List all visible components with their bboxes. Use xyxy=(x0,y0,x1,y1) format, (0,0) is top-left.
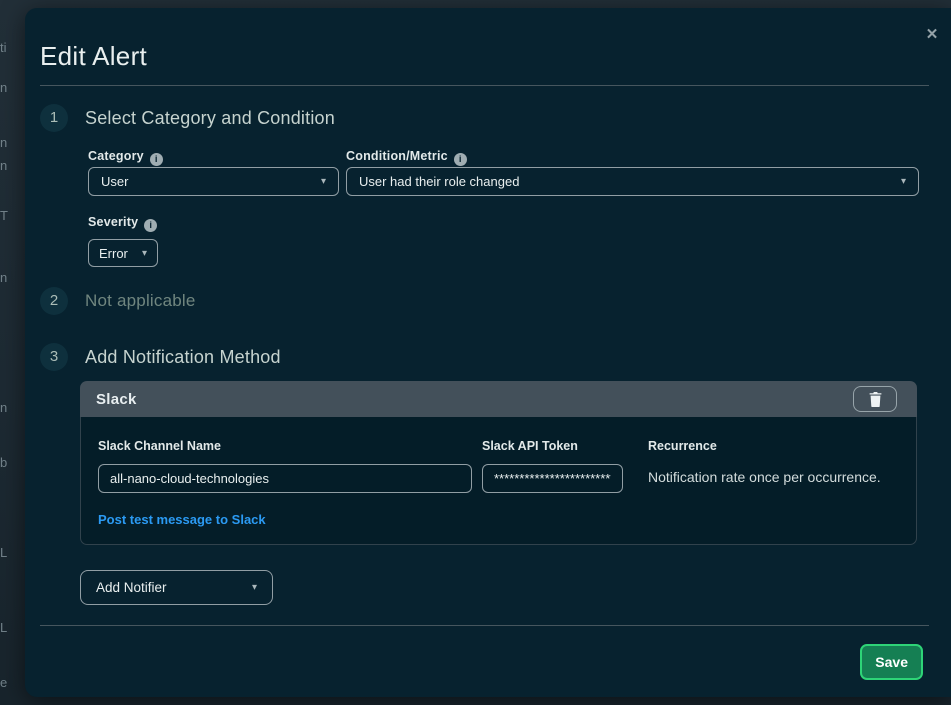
condition-select[interactable]: User had their role changed ▾ xyxy=(346,167,919,196)
backdrop-text-fragment: n xyxy=(0,400,8,415)
add-notifier-label: Add Notifier xyxy=(96,580,242,595)
info-icon[interactable]: i xyxy=(150,153,163,166)
chevron-down-icon: ▾ xyxy=(142,248,147,259)
category-label: Category i xyxy=(88,149,163,166)
slack-api-token-label: Slack API Token xyxy=(482,439,578,453)
backdrop-text-fragment: n xyxy=(0,135,8,150)
slack-panel-header: Slack xyxy=(80,381,917,417)
trash-icon xyxy=(869,392,882,407)
condition-label: Condition/Metric i xyxy=(346,149,467,166)
step-3-title: Add Notification Method xyxy=(85,343,281,371)
slack-channel-label: Slack Channel Name xyxy=(98,439,221,453)
chevron-down-icon: ▾ xyxy=(901,176,906,187)
step-3-number: 3 xyxy=(40,343,68,371)
slack-api-token-input[interactable] xyxy=(482,464,623,493)
add-notifier-select[interactable]: Add Notifier ▾ xyxy=(80,570,273,605)
category-select-value: User xyxy=(101,174,311,189)
backdrop-text-fragment: n xyxy=(0,270,8,285)
chevron-down-icon: ▾ xyxy=(321,176,326,187)
severity-select-value: Error xyxy=(99,246,134,261)
title-divider xyxy=(40,85,929,86)
step-1-number: 1 xyxy=(40,104,68,132)
slack-panel-title: Slack xyxy=(96,391,137,408)
severity-label: Severity i xyxy=(88,215,157,232)
step-2-number: 2 xyxy=(40,287,68,315)
backdrop-text-fragment: ti xyxy=(0,40,8,55)
step-2-title: Not applicable xyxy=(85,287,196,315)
severity-select[interactable]: Error ▾ xyxy=(88,239,158,267)
backdrop-text-fragment: T xyxy=(0,208,8,223)
backdrop-text-fragment: b xyxy=(0,455,8,470)
save-button[interactable]: Save xyxy=(860,644,923,680)
footer-divider xyxy=(40,625,929,626)
step-1-title: Select Category and Condition xyxy=(85,104,335,132)
category-select[interactable]: User ▾ xyxy=(88,167,339,196)
post-test-message-link[interactable]: Post test message to Slack xyxy=(98,512,266,527)
slack-channel-input[interactable] xyxy=(98,464,472,493)
slack-notifier-panel: Slack Slack Channel Name Slack API Token… xyxy=(80,381,917,545)
backdrop-text-fragment: n xyxy=(0,80,8,95)
recurrence-label: Recurrence xyxy=(648,439,717,453)
category-label-text: Category xyxy=(88,149,144,163)
condition-select-value: User had their role changed xyxy=(359,174,891,189)
severity-label-text: Severity xyxy=(88,215,138,229)
close-icon[interactable]: ✕ xyxy=(921,24,943,46)
backdrop-text-fragment: L xyxy=(0,620,8,635)
backdrop-text-fragment: e xyxy=(0,675,8,690)
backdrop-text-fragment: L xyxy=(0,545,8,560)
condition-label-text: Condition/Metric xyxy=(346,149,448,163)
info-icon[interactable]: i xyxy=(454,153,467,166)
chevron-down-icon: ▾ xyxy=(252,582,257,593)
slack-panel-body: Slack Channel Name Slack API Token Recur… xyxy=(80,417,917,545)
delete-notifier-button[interactable] xyxy=(853,386,897,412)
modal-title: Edit Alert xyxy=(40,41,147,72)
recurrence-text: Notification rate once per occurrence. xyxy=(648,469,881,485)
info-icon[interactable]: i xyxy=(144,219,157,232)
backdrop-text-fragment: n xyxy=(0,158,8,173)
edit-alert-modal: Edit Alert ✕ 1 Select Category and Condi… xyxy=(25,8,951,697)
